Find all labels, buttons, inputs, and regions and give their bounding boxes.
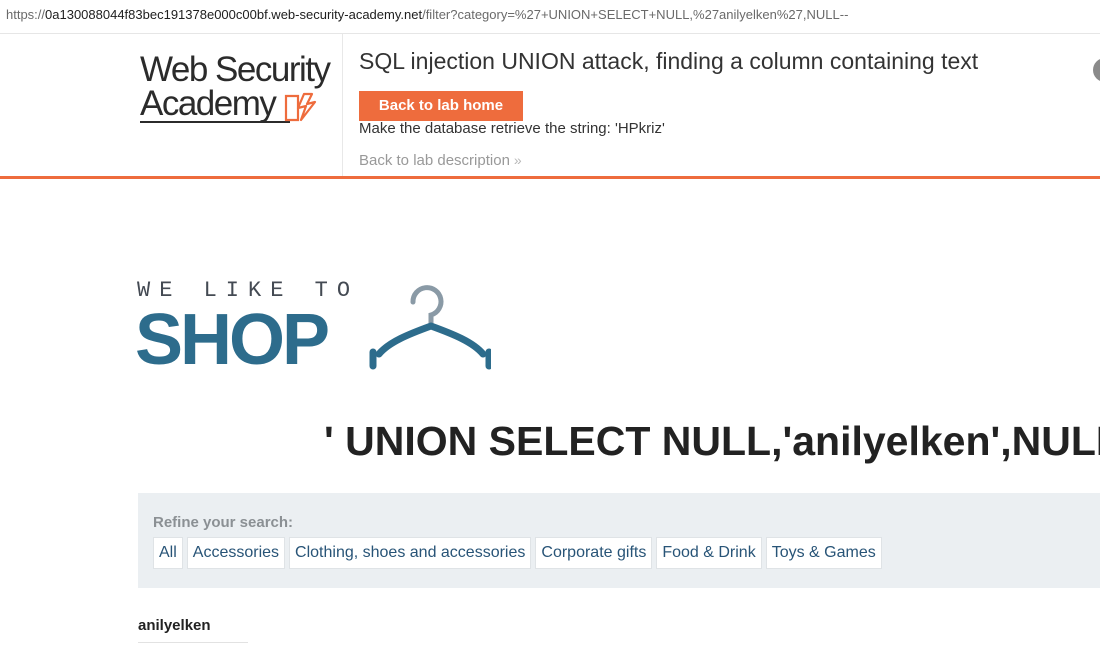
- lab-objective: Make the database retrieve the string: '…: [359, 120, 665, 137]
- logo-line2: Academy: [140, 84, 277, 123]
- url-scheme: https://: [6, 7, 46, 22]
- filter-toys-games[interactable]: Toys & Games: [765, 537, 882, 569]
- academy-logo[interactable]: Web Security Academy: [140, 52, 340, 132]
- filter-panel: Refine your search: All Accessories Clot…: [138, 493, 1100, 588]
- shop-logo[interactable]: WE LIKE TO SHOP: [135, 278, 497, 380]
- filter-food-drink[interactable]: Food & Drink: [656, 537, 762, 569]
- result-divider: [138, 642, 248, 643]
- back-to-lab-home-button[interactable]: Back to lab home: [359, 91, 523, 121]
- lab-title: SQL injection UNION attack, finding a co…: [359, 48, 979, 74]
- lab-header: Web Security Academy SQL injection UNION…: [0, 34, 1100, 179]
- filter-links: All Accessories Clothing, shoes and acce…: [153, 537, 882, 569]
- hanger-icon: [369, 285, 491, 370]
- filter-accessories[interactable]: Accessories: [186, 537, 286, 569]
- double-chevron-right-icon: »: [513, 152, 522, 168]
- lab-status-icon: [1093, 58, 1100, 82]
- back-description-label: Back to lab description: [359, 152, 510, 169]
- url-host: 0a130088044f83bec191378e000c00bf.web-sec…: [45, 7, 423, 22]
- back-to-lab-description-link[interactable]: Back to lab description»: [359, 152, 522, 169]
- lightning-icon: [284, 92, 317, 122]
- result-item-name: anilyelken: [138, 617, 211, 634]
- header-divider: [342, 34, 343, 176]
- logo-underline: [140, 121, 290, 123]
- filter-clothing[interactable]: Clothing, shoes and accessories: [289, 537, 532, 569]
- filter-corporate-gifts[interactable]: Corporate gifts: [535, 537, 653, 569]
- refine-label: Refine your search:: [153, 514, 294, 531]
- url-path: /filter?category=%27+UNION+SELECT+NULL,%…: [422, 7, 849, 22]
- category-heading: ' UNION SELECT NULL,'anilyelken',NULL--: [324, 418, 1100, 464]
- shop-word: SHOP: [135, 300, 330, 380]
- address-bar[interactable]: https://0a130088044f83bec191378e000c00bf…: [0, 0, 1100, 34]
- logo-line1: Web Security: [140, 50, 331, 89]
- filter-all[interactable]: All: [153, 537, 183, 569]
